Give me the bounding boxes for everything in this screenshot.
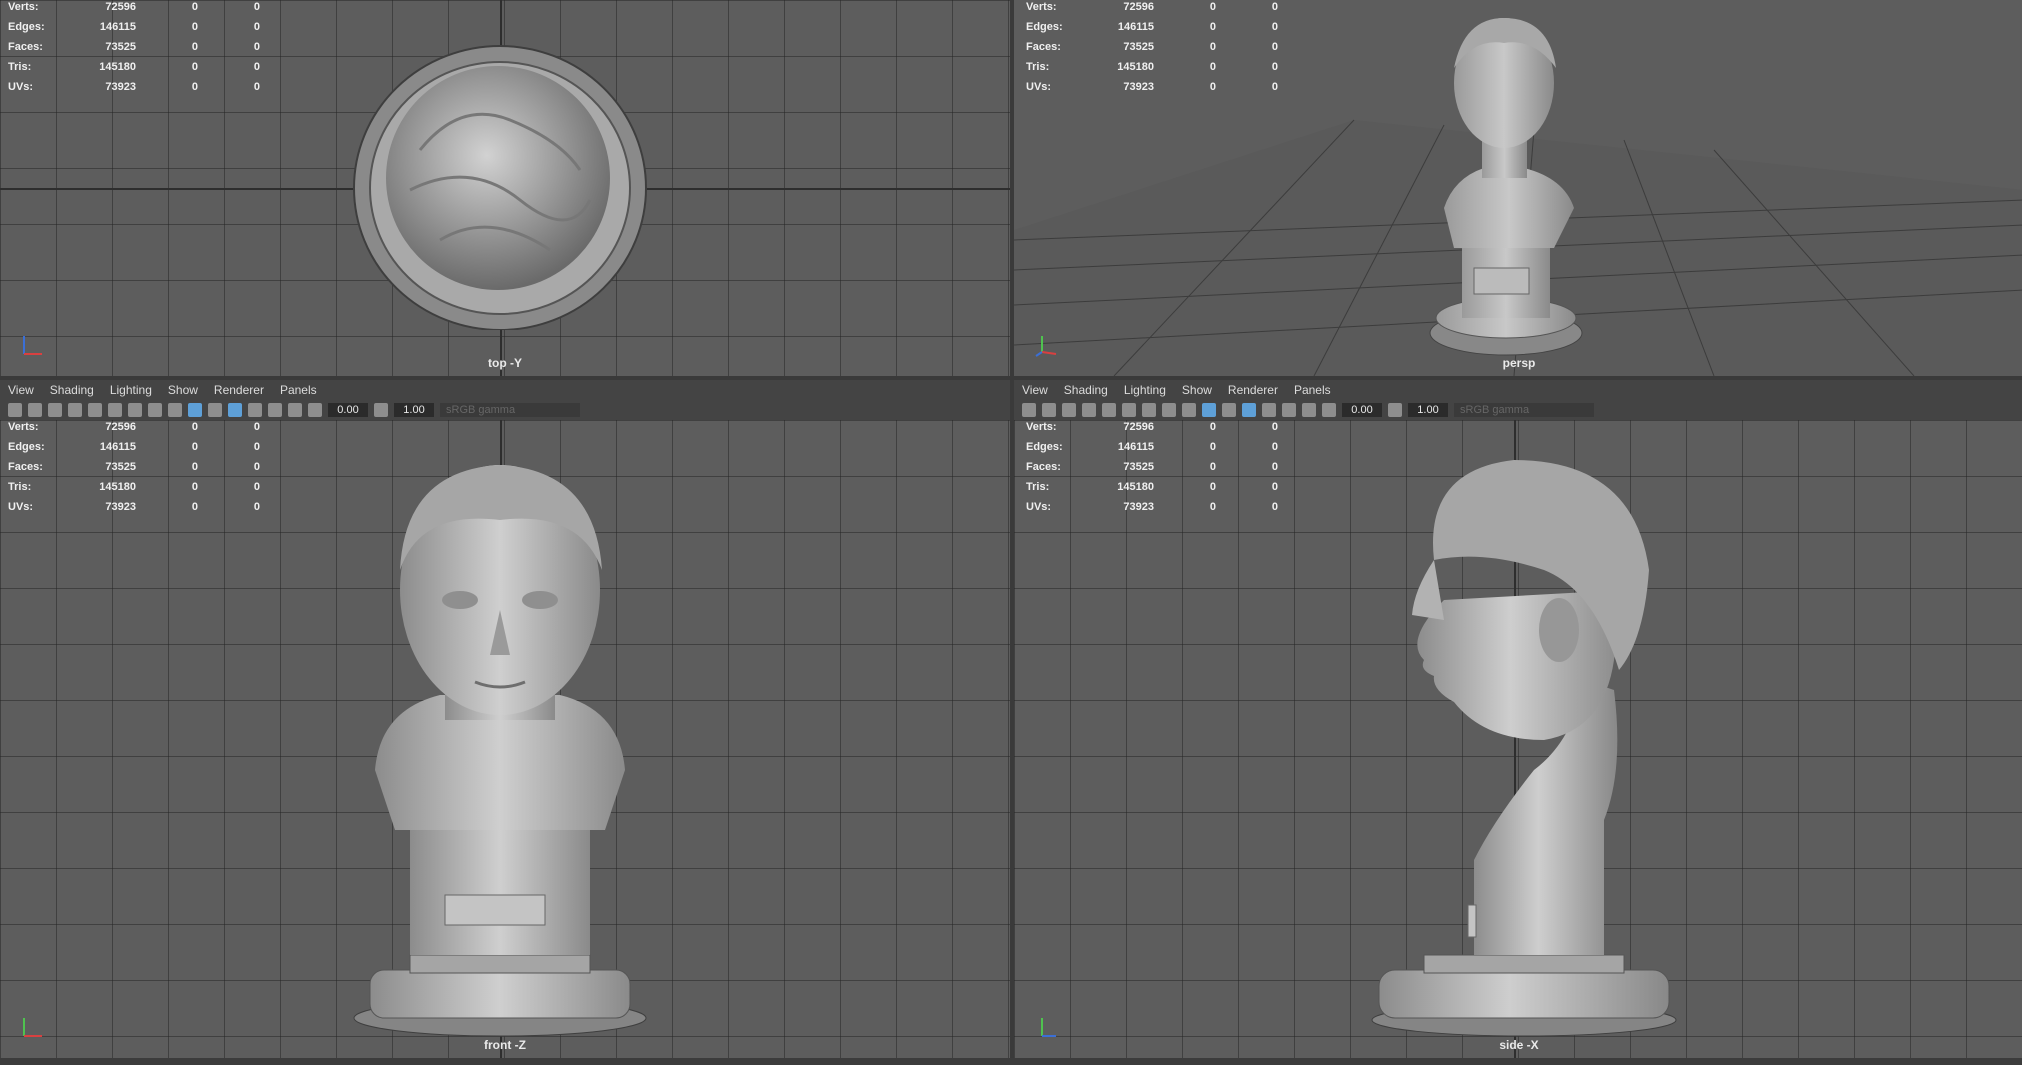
lights-icon[interactable]: [1262, 403, 1276, 417]
viewport-front[interactable]: Verts: 72596 0 0 Edges: 146115 0 0 Faces: 73525…: [0, 420, 1010, 1058]
hud-row-faces: Faces: 73525 0 0: [1026, 41, 1278, 53]
resolution-gate-icon[interactable]: [1142, 403, 1156, 417]
camera-label: front -Z: [484, 1038, 526, 1052]
film-gate-icon[interactable]: [108, 403, 122, 417]
viewport-side[interactable]: Verts: 72596 0 0 Edges: 146115 0 0 Faces: 73525…: [1014, 420, 2022, 1058]
menu-view[interactable]: View: [1022, 383, 1048, 397]
lights-icon[interactable]: [248, 403, 262, 417]
wireframe-icon[interactable]: [168, 403, 182, 417]
menu-lighting[interactable]: Lighting: [1124, 383, 1166, 397]
image-plane-icon[interactable]: [68, 403, 82, 417]
xray-icon[interactable]: [228, 403, 242, 417]
menu-renderer[interactable]: Renderer: [1228, 383, 1278, 397]
hud-row-tris: Tris: 145180 0 0: [8, 61, 260, 73]
panel-menubar-front: View Shading Lighting Show Renderer Pane…: [0, 380, 1010, 400]
grid-icon[interactable]: [88, 403, 102, 417]
gamma-icon[interactable]: [374, 403, 388, 417]
axis-gizmo-icon: [23, 336, 42, 355]
panel-splitter-horizontal[interactable]: [0, 376, 2022, 380]
shadows-icon[interactable]: [1282, 403, 1296, 417]
bookmark-icon[interactable]: [48, 403, 62, 417]
menu-show[interactable]: Show: [168, 383, 198, 397]
hud-row-tris: Tris: 145180 0 0: [1026, 61, 1278, 73]
menu-show[interactable]: Show: [1182, 383, 1212, 397]
menu-panels[interactable]: Panels: [1294, 383, 1331, 397]
camera-attributes-icon[interactable]: [28, 403, 42, 417]
camera-label: persp: [1502, 356, 1536, 370]
poly-count-hud: Verts: 72596 0 0 Edges: 146115 0 0 Faces: 73525…: [8, 420, 260, 517]
hud-row-verts: Verts: 72596 0 0: [8, 1, 260, 13]
color-space-dropdown[interactable]: sRGB gamma: [440, 403, 580, 417]
exposure-field[interactable]: 0.00: [328, 403, 368, 417]
camera-icon[interactable]: [8, 403, 22, 417]
bust-side-view[interactable]: [1364, 440, 1684, 1040]
safe-action-icon[interactable]: [1162, 403, 1176, 417]
smooth-shade-icon[interactable]: [188, 403, 202, 417]
hud-row-verts: Verts: 72596 0 0: [8, 421, 260, 433]
hud-row-faces: Faces: 73525 0 0: [8, 41, 260, 53]
menu-panels[interactable]: Panels: [280, 383, 317, 397]
camera-icon[interactable]: [1022, 403, 1036, 417]
menu-view[interactable]: View: [8, 383, 34, 397]
poly-count-hud: Verts: 72596 0 0 Edges: 146115 0 0 Faces: 73525…: [8, 0, 260, 97]
hud-row-edges: Edges: 146115 0 0: [8, 441, 260, 453]
isolate-select-icon[interactable]: [1302, 403, 1316, 417]
image-plane-icon[interactable]: [1082, 403, 1096, 417]
panel-toolbar-front: 0.00 1.00 sRGB gamma: [0, 400, 1010, 420]
poly-count-hud: Verts: 72596 0 0 Edges: 146115 0 0 Faces: 73525…: [1026, 420, 1278, 517]
viewport-top[interactable]: Verts: 72596 0 0 Edges: 146115 0 0 Faces: 73525…: [0, 0, 1010, 376]
hud-row-edges: Edges: 146115 0 0: [8, 21, 260, 33]
gamma-icon[interactable]: [1388, 403, 1402, 417]
hud-row-faces: Faces: 73525 0 0: [1026, 461, 1278, 473]
hud-row-verts: Verts: 72596 0 0: [1026, 1, 1278, 13]
hud-row-tris: Tris: 145180 0 0: [8, 481, 260, 493]
bust-top-view[interactable]: [350, 40, 650, 330]
safe-action-icon[interactable]: [148, 403, 162, 417]
textured-icon[interactable]: [1222, 403, 1236, 417]
camera-label: top -Y: [488, 356, 522, 370]
hud-row-tris: Tris: 145180 0 0: [1026, 481, 1278, 493]
exposure-icon[interactable]: [1322, 403, 1336, 417]
bust-front-view[interactable]: [350, 450, 650, 1040]
menu-shading[interactable]: Shading: [50, 383, 94, 397]
panel-toolbar-side: 0.00 1.00 sRGB gamma: [1014, 400, 2022, 420]
hud-row-verts: Verts: 72596 0 0: [1026, 421, 1278, 433]
color-space-dropdown[interactable]: sRGB gamma: [1454, 403, 1594, 417]
hud-row-uvs: UVs: 73923 0 0: [1026, 501, 1278, 513]
bust-perspective-view[interactable]: [1424, 8, 1584, 358]
shadows-icon[interactable]: [268, 403, 282, 417]
smooth-shade-icon[interactable]: [1202, 403, 1216, 417]
hud-row-faces: Faces: 73525 0 0: [8, 461, 260, 473]
axis-gizmo-icon: [23, 1018, 42, 1037]
axis-gizmo-icon: [1041, 1018, 1056, 1037]
grid-icon[interactable]: [1102, 403, 1116, 417]
menu-renderer[interactable]: Renderer: [214, 383, 264, 397]
hud-row-uvs: UVs: 73923 0 0: [8, 501, 260, 513]
hud-row-uvs: UVs: 73923 0 0: [8, 81, 260, 93]
gamma-field[interactable]: 1.00: [1408, 403, 1448, 417]
poly-count-hud: Verts: 72596 0 0 Edges: 146115 0 0 Faces: 73525…: [1026, 0, 1278, 97]
exposure-field[interactable]: 0.00: [1342, 403, 1382, 417]
film-gate-icon[interactable]: [1122, 403, 1136, 417]
axis-gizmo-icon: [1035, 336, 1057, 357]
bottom-edge: [0, 1058, 2022, 1065]
bookmark-icon[interactable]: [1062, 403, 1076, 417]
hud-row-edges: Edges: 146115 0 0: [1026, 441, 1278, 453]
xray-icon[interactable]: [1242, 403, 1256, 417]
wireframe-icon[interactable]: [1182, 403, 1196, 417]
camera-label: side -X: [1499, 1038, 1539, 1052]
hud-row-edges: Edges: 146115 0 0: [1026, 21, 1278, 33]
hud-row-uvs: UVs: 73923 0 0: [1026, 81, 1278, 93]
gamma-field[interactable]: 1.00: [394, 403, 434, 417]
resolution-gate-icon[interactable]: [128, 403, 142, 417]
menu-shading[interactable]: Shading: [1064, 383, 1108, 397]
viewport-persp[interactable]: Verts: 72596 0 0 Edges: 146115 0 0 Faces: 73525…: [1014, 0, 2022, 376]
isolate-select-icon[interactable]: [288, 403, 302, 417]
menu-lighting[interactable]: Lighting: [110, 383, 152, 397]
textured-icon[interactable]: [208, 403, 222, 417]
exposure-icon[interactable]: [308, 403, 322, 417]
panel-splitter-vertical[interactable]: [1010, 0, 1014, 1065]
camera-attributes-icon[interactable]: [1042, 403, 1056, 417]
panel-menubar-side: View Shading Lighting Show Renderer Pane…: [1014, 380, 2022, 400]
